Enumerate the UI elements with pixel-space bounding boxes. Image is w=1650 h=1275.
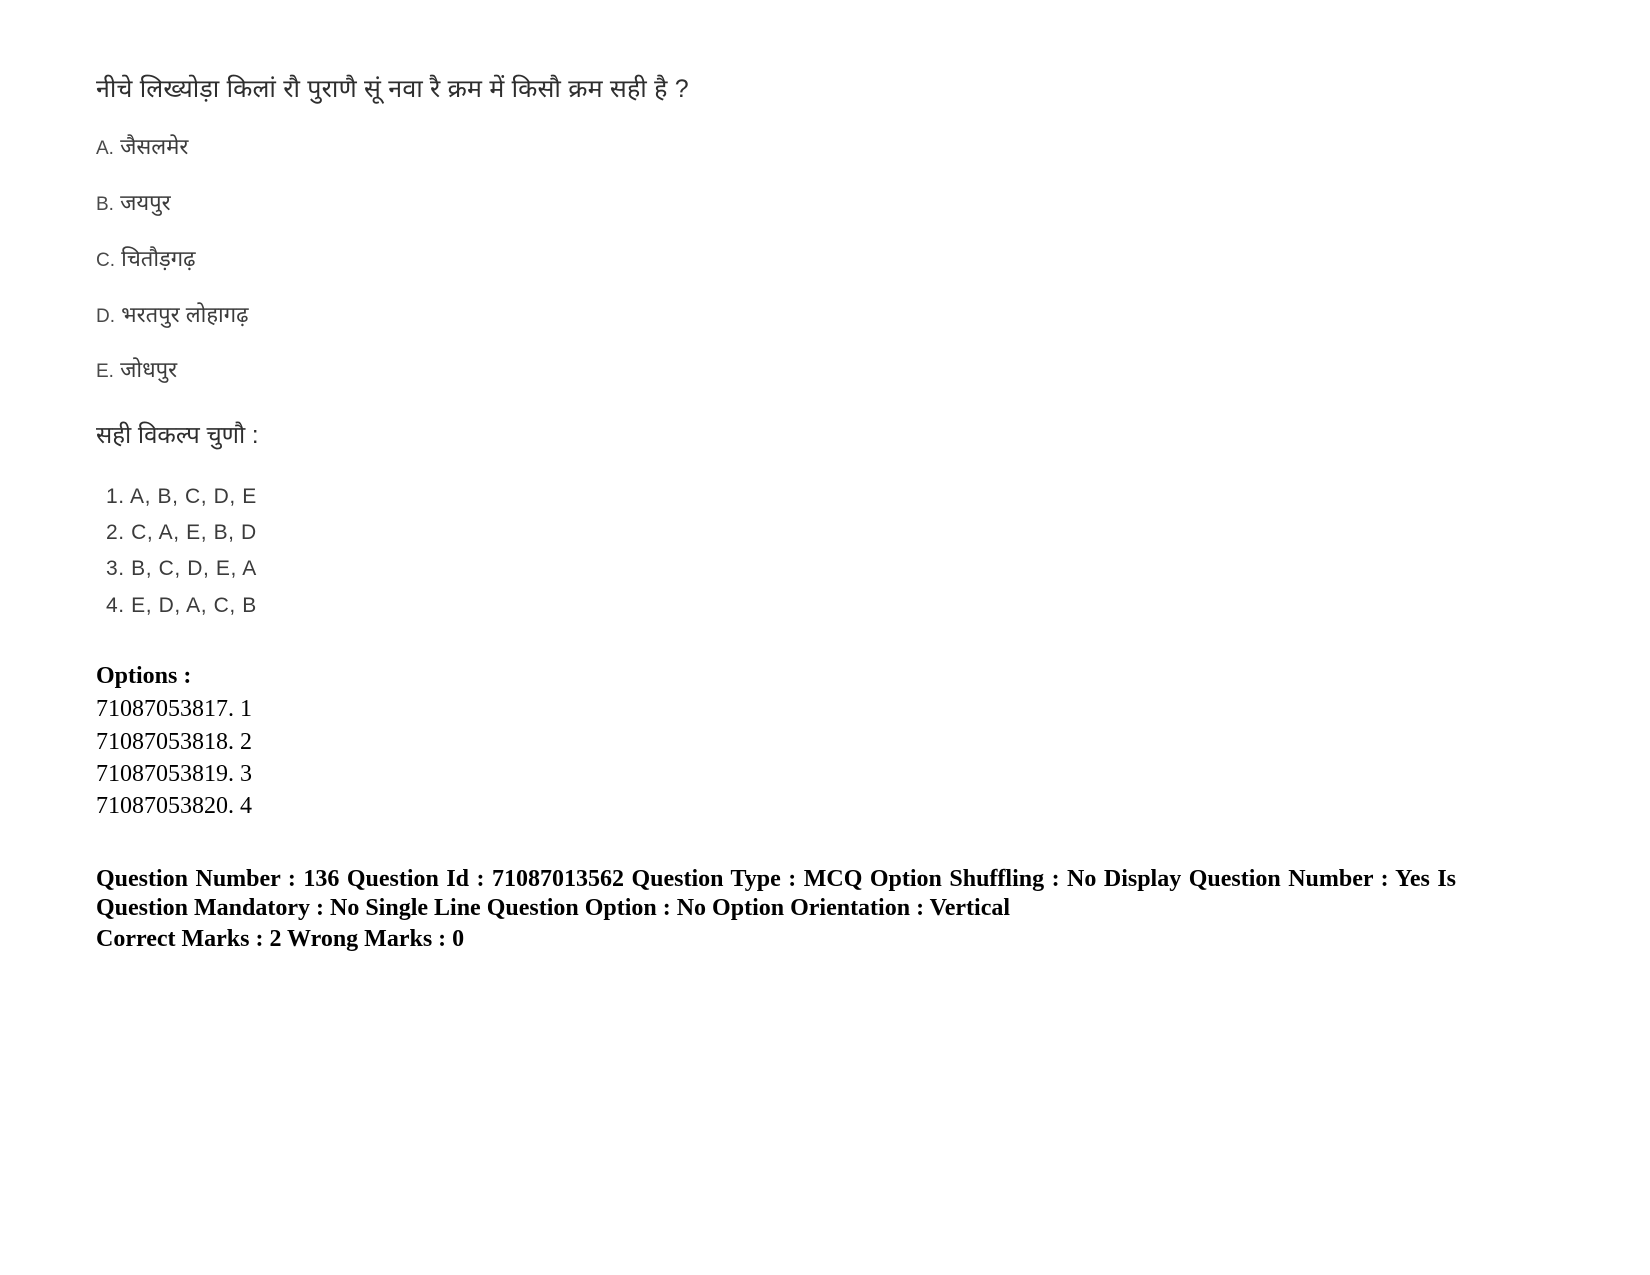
metadata-line-2: Correct Marks : 2 Wrong Marks : 0: [96, 925, 465, 952]
choice-d-text: भरतपुर लोहागढ़: [121, 301, 249, 327]
choice-c: C. चितौड़गढ़: [96, 246, 1496, 273]
options-section: Options : 71087053817. 1 71087053818. 2 …: [96, 660, 1496, 823]
select-correct-option-prompt: सही विकल्प चुणौ :: [96, 422, 259, 450]
choice-a-text: जैसलमेर: [120, 134, 189, 160]
choice-e-text: जोधपुर: [120, 357, 178, 383]
question-stem: नीचे लिख्योड़ा किलां रौ पुराणै सूं नवा र…: [96, 75, 689, 103]
choice-d: D. भरतपुर लोहागढ़: [96, 302, 1496, 329]
choice-b-label: B.: [96, 194, 114, 216]
question-page: नीचे लिख्योड़ा किलां रौ पुराणै सूं नवा र…: [0, 0, 1650, 1275]
option-id-row-1: 71087053817. 1: [96, 696, 252, 723]
metadata-line-1: Question Number : 136 Question Id : 7108…: [96, 866, 1456, 921]
choice-e-label: E.: [96, 361, 114, 383]
answer-choice-1: 1. A, B, C, D, E: [106, 485, 257, 509]
choice-d-label: D.: [96, 305, 115, 327]
options-heading: Options :: [96, 663, 192, 689]
option-id-row-4: 71087053820. 4: [96, 793, 252, 820]
choice-b-text: जयपुर: [120, 190, 171, 216]
choice-b: B. जयपुर: [96, 190, 1496, 217]
choice-e: E. जोधपुर: [96, 357, 1496, 384]
scanned-question-region: नीचे लिख्योड़ा किलां रौ पुराणै सूं नवा र…: [96, 74, 1496, 624]
answer-choice-3: 3. B, C, D, E, A: [106, 557, 257, 581]
option-id-row-2: 71087053818. 2: [96, 728, 252, 755]
choice-c-text: चितौड़गढ़: [121, 245, 196, 271]
answer-choice-list: 1. A, B, C, D, E 2. C, A, E, B, D 3. B, …: [106, 479, 1496, 623]
choice-a: A. जैसलमेर: [96, 134, 1496, 161]
answer-choice-2: 2. C, A, E, B, D: [106, 521, 257, 545]
choice-c-label: C.: [96, 249, 115, 271]
option-id-row-3: 71087053819. 3: [96, 760, 252, 787]
answer-choice-4: 4. E, D, A, C, B: [106, 593, 257, 617]
question-metadata: Question Number : 136 Question Id : 7108…: [96, 865, 1456, 955]
choice-a-label: A.: [96, 138, 114, 160]
